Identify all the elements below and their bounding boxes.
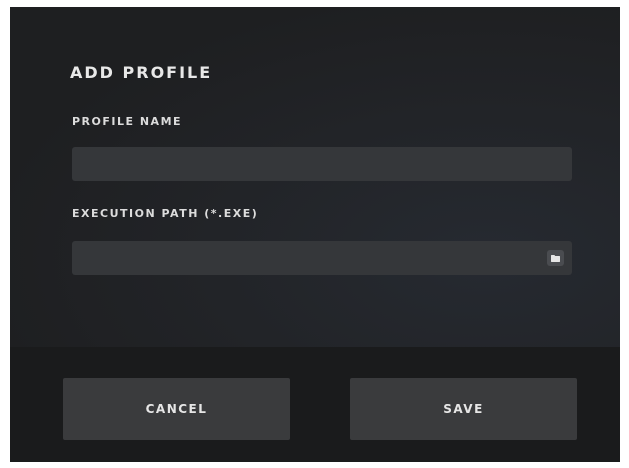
- cancel-button[interactable]: CANCEL: [63, 378, 290, 440]
- profile-name-input[interactable]: [72, 147, 572, 181]
- dialog-title: ADD PROFILE: [70, 63, 213, 82]
- save-button[interactable]: SAVE: [350, 378, 577, 440]
- execution-path-label: EXECUTION PATH (*.EXE): [72, 207, 259, 220]
- add-profile-dialog: ADD PROFILE PROFILE NAME EXECUTION PATH …: [10, 7, 620, 462]
- execution-path-field: [72, 241, 572, 275]
- execution-path-input[interactable]: [72, 241, 572, 275]
- dialog-footer: CANCEL SAVE: [10, 347, 620, 462]
- profile-name-label: PROFILE NAME: [72, 115, 183, 128]
- browse-button[interactable]: [547, 250, 564, 266]
- folder-icon: [551, 254, 560, 262]
